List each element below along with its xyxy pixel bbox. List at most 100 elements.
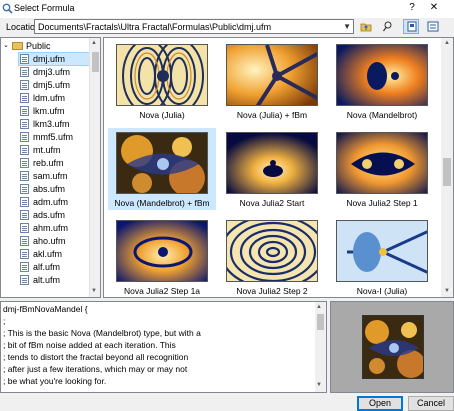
tree-file-item[interactable]: adm.ufm (19, 196, 89, 208)
formula-file-icon (20, 80, 29, 90)
tree-file-item[interactable]: dmj3.ufm (19, 66, 89, 78)
tree-file-item[interactable]: lkm.ufm (19, 105, 89, 117)
tree-file-item[interactable]: reb.ufm (19, 157, 89, 169)
view-list-icon (427, 21, 439, 32)
formula-file-icon (20, 158, 29, 168)
scroll-up-arrow-icon[interactable]: ▲ (444, 40, 450, 46)
fractal-thumbnail (336, 132, 428, 194)
scroll-down-arrow-icon[interactable]: ▼ (91, 288, 97, 294)
preview-image (362, 315, 424, 379)
scroll-thumb[interactable] (317, 314, 324, 330)
view-thumbnails-icon (407, 21, 417, 32)
file-name: alf.ufm (33, 262, 61, 272)
tree-file-item[interactable]: alf.ufm (19, 261, 89, 273)
gallery-item-selected[interactable]: Nova (Mandelbrot) + fBm (108, 128, 216, 210)
scroll-thumb[interactable] (92, 52, 99, 72)
cancel-button[interactable]: Cancel (408, 396, 454, 411)
fractal-thumbnail (116, 220, 208, 282)
scroll-up-arrow-icon[interactable]: ▲ (316, 304, 322, 310)
tree-file-item[interactable]: ads.ufm (19, 209, 89, 221)
gallery-item[interactable]: Nova (Julia) + fBm (218, 40, 326, 122)
gallery-item[interactable]: Nova Julia2 Step 1 (328, 128, 436, 210)
file-name: reb.ufm (33, 158, 64, 168)
title-bar: Select Formula ? ✕ (0, 0, 454, 18)
open-button[interactable]: Open (357, 396, 403, 411)
file-tree[interactable]: ⌄ Public dmj.ufm dmj3.ufm dmj5.ufm ldm.u… (0, 37, 101, 298)
tree-file-item[interactable]: sam.ufm (19, 170, 89, 182)
tree-file-item[interactable]: ldm.ufm (19, 92, 89, 104)
tree-file-item[interactable]: lkm3.ufm (19, 118, 89, 130)
tree-file-item[interactable]: abs.ufm (19, 183, 89, 195)
thumbnail-label: Nova Julia2 Start (239, 198, 305, 208)
tree-file-item[interactable]: alt.ufm (19, 274, 89, 286)
description-line: ; after just a few iterations, which may… (3, 364, 188, 374)
formula-file-icon (20, 275, 29, 285)
scroll-down-arrow-icon[interactable]: ▼ (444, 288, 450, 294)
formula-file-icon (20, 249, 29, 259)
fractal-thumbnail (226, 220, 318, 282)
gallery-item[interactable]: Nova (Julia) (108, 40, 216, 122)
scroll-down-arrow-icon[interactable]: ▼ (316, 382, 322, 388)
scroll-up-arrow-icon[interactable]: ▲ (91, 40, 97, 46)
view-list-button[interactable] (424, 19, 440, 34)
tree-scrollbar[interactable]: ▲ ▼ (89, 38, 100, 297)
description-scrollbar[interactable]: ▲ ▼ (315, 302, 326, 392)
formula-file-icon (20, 54, 29, 64)
collapse-arrow-icon[interactable]: ⌄ (3, 41, 9, 49)
file-name: adm.ufm (33, 197, 69, 207)
description-line: ; be what you're looking for. (3, 376, 107, 386)
formula-gallery[interactable]: Nova (Julia) Nova (Julia) + fBm Nova (Ma… (103, 37, 454, 298)
find-button[interactable] (379, 19, 395, 34)
file-name: sam.ufm (33, 171, 68, 181)
formula-file-icon (20, 197, 29, 207)
folder-up-button[interactable] (357, 19, 373, 34)
thumbnail-label: Nova (Julia) (139, 110, 185, 120)
formula-preview (330, 301, 454, 393)
tree-file-item[interactable]: dmj.ufm (18, 52, 90, 66)
fractal-thumbnail (336, 44, 428, 106)
help-button[interactable]: ? (406, 2, 418, 13)
gallery-item[interactable]: Nova-I (Julia) (328, 216, 436, 297)
tree-file-item[interactable]: mt.ufm (19, 144, 89, 156)
tree-file-item[interactable]: akl.ufm (19, 248, 89, 260)
window-title: Select Formula (14, 3, 75, 13)
description-line: dmj-fBmNovaMandel { (3, 304, 88, 314)
file-name: alt.ufm (33, 275, 61, 285)
file-name: mmf5.ufm (33, 132, 74, 142)
view-thumbnails-button[interactable] (403, 19, 419, 34)
gallery-item[interactable]: Nova (Mandelbrot) (328, 40, 436, 122)
file-name: lkm.ufm (33, 106, 65, 116)
thumbnail-label: Nova-I (Julia) (356, 286, 408, 296)
scroll-thumb[interactable] (443, 158, 451, 186)
tree-file-item[interactable]: dmj5.ufm (19, 79, 89, 91)
description-line: ; This is the basic Nova (Mandelbrot) ty… (3, 328, 201, 338)
gallery-scrollbar[interactable]: ▲ ▼ (441, 38, 453, 297)
fractal-thumbnail (226, 132, 318, 194)
formula-file-icon (20, 145, 29, 155)
formula-description[interactable]: dmj-fBmNovaMandel { ; ; This is the basi… (0, 301, 327, 393)
tree-file-item[interactable]: ahm.ufm (19, 222, 89, 234)
chevron-down-icon[interactable]: ▼ (343, 22, 351, 31)
gallery-item[interactable]: Nova Julia2 Start (218, 128, 326, 210)
location-combobox[interactable]: Documents\Fractals\Ultra Fractal\Formula… (34, 19, 354, 34)
thumbnail-label: Nova Julia2 Step 1a (123, 286, 201, 296)
fractal-thumbnail (226, 44, 318, 106)
formula-file-icon (20, 236, 29, 246)
file-name: ads.ufm (33, 210, 66, 220)
gallery-item[interactable]: Nova Julia2 Step 2 (218, 216, 326, 297)
tree-file-item[interactable]: aho.ufm (19, 235, 89, 247)
close-button[interactable]: ✕ (428, 2, 440, 13)
file-name: dmj5.ufm (33, 80, 71, 90)
formula-file-icon (20, 210, 29, 220)
gallery-item[interactable]: Nova Julia2 Step 1a (108, 216, 216, 297)
tree-file-item[interactable]: mmf5.ufm (19, 131, 89, 143)
folder-icon (12, 42, 23, 50)
formula-file-icon (20, 119, 29, 129)
description-line: ; bit of fBm noise added at each iterati… (3, 340, 176, 350)
description-line: ; (3, 316, 6, 326)
file-name: akl.ufm (33, 249, 63, 259)
formula-file-icon (20, 67, 29, 77)
file-name: dmj3.ufm (33, 67, 71, 77)
file-name: ahm.ufm (33, 223, 69, 233)
formula-file-icon (20, 184, 29, 194)
